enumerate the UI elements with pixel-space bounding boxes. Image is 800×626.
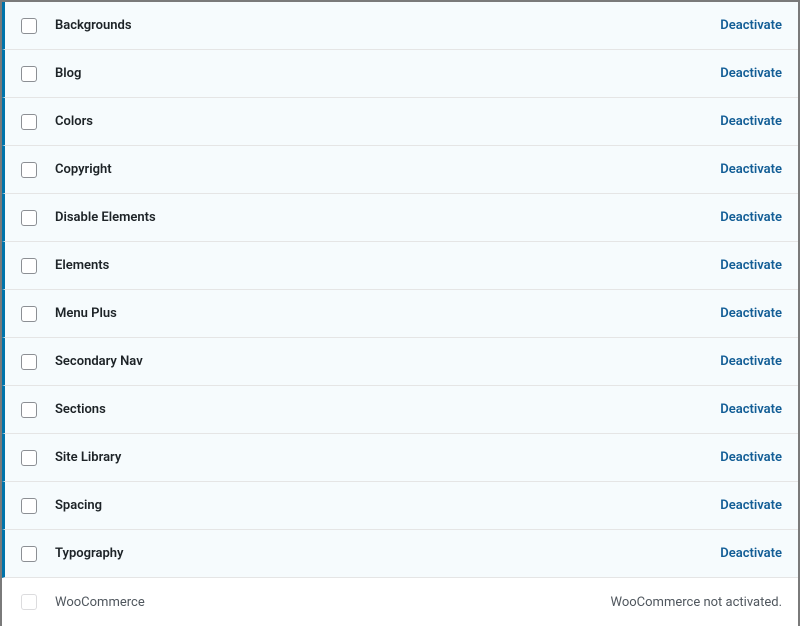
module-name: WooCommerce: [55, 595, 611, 610]
module-checkbox[interactable]: [21, 306, 37, 322]
deactivate-link[interactable]: Deactivate: [720, 402, 782, 417]
module-row: Site LibraryDeactivate: [2, 434, 798, 482]
module-name: Sections: [55, 402, 720, 417]
deactivate-link[interactable]: Deactivate: [720, 354, 782, 369]
deactivate-link[interactable]: Deactivate: [720, 66, 782, 81]
module-list: BackgroundsDeactivateBlogDeactivateColor…: [2, 2, 798, 626]
module-name: Typography: [55, 546, 720, 561]
module-checkbox[interactable]: [21, 258, 37, 274]
module-row: SectionsDeactivate: [2, 386, 798, 434]
module-checkbox[interactable]: [21, 354, 37, 370]
module-row: WooCommerceWooCommerce not activated.: [2, 578, 798, 626]
module-checkbox[interactable]: [21, 210, 37, 226]
module-row: BlogDeactivate: [2, 50, 798, 98]
module-name: Elements: [55, 258, 720, 273]
module-checkbox[interactable]: [21, 18, 37, 34]
deactivate-link[interactable]: Deactivate: [720, 306, 782, 321]
deactivate-link[interactable]: Deactivate: [720, 114, 782, 129]
module-name: Backgrounds: [55, 18, 720, 33]
deactivate-link[interactable]: Deactivate: [720, 498, 782, 513]
module-row: ElementsDeactivate: [2, 242, 798, 290]
deactivate-link[interactable]: Deactivate: [720, 162, 782, 177]
module-name: Blog: [55, 66, 720, 81]
module-name: Colors: [55, 114, 720, 129]
module-checkbox[interactable]: [21, 114, 37, 130]
module-name: Site Library: [55, 450, 720, 465]
module-row: Secondary NavDeactivate: [2, 338, 798, 386]
module-checkbox[interactable]: [21, 402, 37, 418]
module-checkbox[interactable]: [21, 546, 37, 562]
module-row: TypographyDeactivate: [2, 530, 798, 578]
module-name: Menu Plus: [55, 306, 720, 321]
module-name: Copyright: [55, 162, 720, 177]
module-checkbox: [21, 594, 37, 610]
module-name: Spacing: [55, 498, 720, 513]
module-checkbox[interactable]: [21, 162, 37, 178]
module-name: Secondary Nav: [55, 354, 720, 369]
module-checkbox[interactable]: [21, 498, 37, 514]
deactivate-link[interactable]: Deactivate: [720, 546, 782, 561]
module-name: Disable Elements: [55, 210, 720, 225]
module-row: SpacingDeactivate: [2, 482, 798, 530]
module-row: CopyrightDeactivate: [2, 146, 798, 194]
deactivate-link[interactable]: Deactivate: [720, 210, 782, 225]
deactivate-link[interactable]: Deactivate: [720, 18, 782, 33]
module-row: Disable ElementsDeactivate: [2, 194, 798, 242]
module-status: WooCommerce not activated.: [611, 595, 782, 610]
deactivate-link[interactable]: Deactivate: [720, 258, 782, 273]
module-checkbox[interactable]: [21, 450, 37, 466]
deactivate-link[interactable]: Deactivate: [720, 450, 782, 465]
module-row: BackgroundsDeactivate: [2, 2, 798, 50]
module-row: Menu PlusDeactivate: [2, 290, 798, 338]
module-checkbox[interactable]: [21, 66, 37, 82]
module-row: ColorsDeactivate: [2, 98, 798, 146]
